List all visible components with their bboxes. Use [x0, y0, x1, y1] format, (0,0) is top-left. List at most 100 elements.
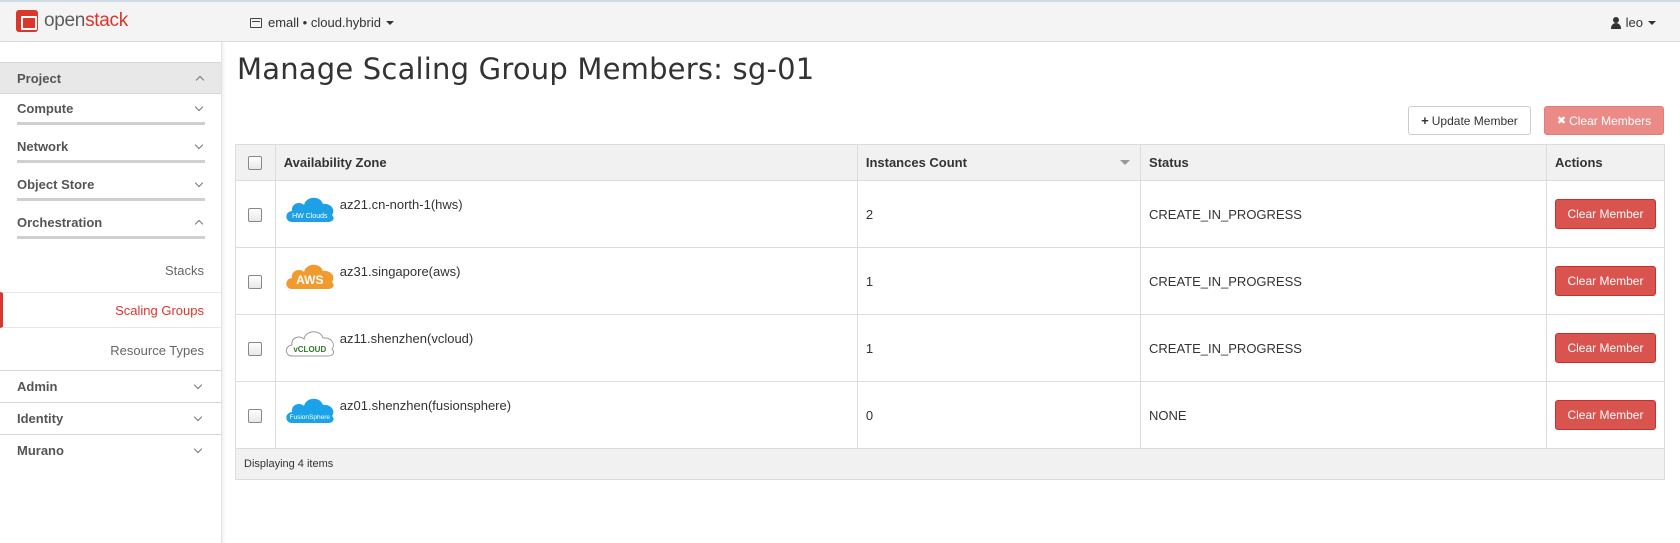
az-name: az31.singapore(aws)	[339, 263, 461, 279]
sidebar-item-label: Resource Types	[110, 342, 204, 358]
sidebar-panel-label: Identity	[17, 411, 64, 426]
caret-down-icon	[385, 20, 394, 25]
sidebar-panel-murano[interactable]: Murano	[0, 434, 221, 466]
user-menu-label: leo	[1625, 15, 1643, 30]
top-navbar: openstack emall • cloud.hybrid leo	[0, 0, 1680, 42]
az-cell: HW Clouds az21.cn-north-1(hws)	[274, 180, 858, 248]
user-menu-dropdown[interactable]: leo	[1610, 15, 1656, 30]
clear-member-button[interactable]: Clear Member	[1554, 400, 1656, 430]
sidebar-group-network[interactable]: Network	[17, 133, 205, 163]
chevron-up-icon	[194, 219, 204, 229]
row-checkbox[interactable]	[248, 408, 263, 423]
sidebar-panel-admin[interactable]: Admin	[0, 370, 221, 402]
actions-cell: Clear Member	[1545, 381, 1666, 449]
row-select-cell	[235, 180, 276, 248]
aws-logo-icon: AWS	[284, 260, 336, 290]
select-all-cell	[235, 144, 276, 181]
vcloud-logo-icon: vCLOUD	[284, 327, 336, 357]
row-checkbox[interactable]	[248, 274, 263, 289]
clear-member-button[interactable]: Clear Member	[1554, 199, 1656, 229]
chevron-up-icon	[195, 75, 205, 84]
sidebar-item-resource-types[interactable]: Resource Types	[0, 332, 221, 368]
chevron-down-icon	[194, 178, 204, 187]
table-row: AWS az31.singapore(aws) 1 CREATE_IN_PROG…	[235, 247, 1666, 315]
table-row: vCLOUD az11.shenzhen(vcloud) 1 CREATE_IN…	[235, 314, 1666, 382]
chevron-down-icon	[193, 444, 203, 453]
sidebar-group-compute[interactable]: Compute	[17, 95, 205, 125]
sidebar-group-object-store[interactable]: Object Store	[17, 171, 205, 201]
row-checkbox[interactable]	[248, 341, 263, 356]
count-cell: 0	[856, 381, 1142, 449]
row-select-cell	[235, 314, 276, 382]
select-all-checkbox[interactable]	[248, 156, 263, 171]
sidebar-panel-label: Admin	[17, 379, 58, 394]
clear-member-button[interactable]: Clear Member	[1554, 266, 1656, 296]
chevron-down-icon	[194, 140, 204, 149]
sidebar-item-stacks[interactable]: Stacks	[0, 252, 221, 288]
main-content: Manage Scaling Group Members: sg-01 + Up…	[222, 42, 1680, 543]
close-icon: ✖	[1556, 115, 1567, 127]
sidebar-panel-label: Murano	[17, 443, 64, 458]
sidebar-item-scaling-groups[interactable]: Scaling Groups	[0, 292, 221, 328]
fusionsphere-logo-icon: FusionSphere	[284, 394, 336, 424]
column-header-count[interactable]: Instances Count	[856, 144, 1142, 181]
openstack-logo-icon	[16, 10, 38, 32]
sidebar-item-label: Scaling Groups	[115, 302, 204, 318]
server-icon	[250, 17, 262, 28]
row-checkbox[interactable]	[248, 207, 263, 222]
sidebar-group-label: Orchestration	[17, 215, 103, 230]
az-cell: AWS az31.singapore(aws)	[274, 247, 858, 315]
sidebar-group-label: Network	[17, 139, 69, 154]
table-row: FusionSphere az01.shenzhen(fusionsphere)…	[235, 381, 1666, 449]
page-title: Manage Scaling Group Members: sg-01	[237, 52, 815, 86]
plus-icon: +	[1421, 113, 1429, 128]
chevron-down-icon	[193, 412, 203, 421]
chevron-down-icon	[193, 380, 203, 389]
update-member-label: Update Member	[1431, 113, 1518, 128]
cloud-label: vCLOUD	[293, 345, 327, 354]
az-cell: FusionSphere az01.shenzhen(fusionsphere)	[274, 381, 858, 449]
logo-text-open: open	[44, 10, 86, 31]
table-row: HW Clouds az21.cn-north-1(hws) 2 CREATE_…	[235, 180, 1666, 248]
count-cell: 1	[856, 247, 1142, 315]
az-name: az21.cn-north-1(hws)	[339, 196, 463, 212]
count-cell: 1	[856, 314, 1142, 382]
sidebar-group-orchestration[interactable]: Orchestration	[17, 209, 205, 239]
actions-cell: Clear Member	[1545, 247, 1666, 315]
clear-member-button[interactable]: Clear Member	[1554, 333, 1656, 363]
cloud-label: FusionSphere	[289, 414, 331, 421]
column-header-label: Instances Count	[865, 155, 967, 170]
status-cell: CREATE_IN_PROGRESS	[1140, 314, 1547, 382]
az-cell: vCLOUD az11.shenzhen(vcloud)	[274, 314, 858, 382]
sidebar-group-label: Object Store	[17, 177, 95, 192]
sidebar-group-label: Compute	[17, 101, 74, 116]
hw-clouds-logo-icon: HW Clouds	[284, 193, 336, 223]
sort-down-icon	[1120, 160, 1131, 165]
project-picker-label: emall • cloud.hybrid	[268, 15, 381, 30]
caret-down-icon	[1648, 20, 1656, 25]
actions-cell: Clear Member	[1545, 180, 1666, 248]
status-cell: CREATE_IN_PROGRESS	[1140, 180, 1547, 248]
status-cell: CREATE_IN_PROGRESS	[1140, 247, 1547, 315]
sidebar-panel-identity[interactable]: Identity	[0, 402, 221, 434]
column-header-az[interactable]: Availability Zone	[274, 144, 858, 181]
openstack-logo[interactable]: openstack	[16, 9, 128, 33]
clear-members-label: Clear Members	[1569, 113, 1652, 128]
column-header-actions: Actions	[1545, 144, 1666, 181]
clear-members-button[interactable]: ✖ Clear Members	[1544, 106, 1664, 135]
project-picker-dropdown[interactable]: emall • cloud.hybrid	[250, 15, 394, 30]
az-name: az01.shenzhen(fusionsphere)	[339, 397, 512, 413]
update-member-button[interactable]: + Update Member	[1408, 106, 1531, 135]
table-footer-row: Displaying 4 items	[235, 448, 1665, 480]
chevron-down-icon	[194, 102, 204, 111]
column-header-status[interactable]: Status	[1140, 144, 1547, 181]
user-icon	[1610, 16, 1621, 29]
table-footer-count: Displaying 4 items	[235, 448, 1665, 480]
sidebar: Project Compute Network Object Store Orc…	[0, 42, 222, 543]
row-select-cell	[235, 247, 276, 315]
logo-text: openstack	[44, 10, 128, 32]
sidebar-panel-label: Project	[17, 70, 62, 86]
sidebar-panel-project[interactable]: Project	[0, 62, 221, 94]
table-header-row: Availability Zone Instances Count Status…	[235, 144, 1666, 181]
status-cell: NONE	[1140, 381, 1547, 449]
